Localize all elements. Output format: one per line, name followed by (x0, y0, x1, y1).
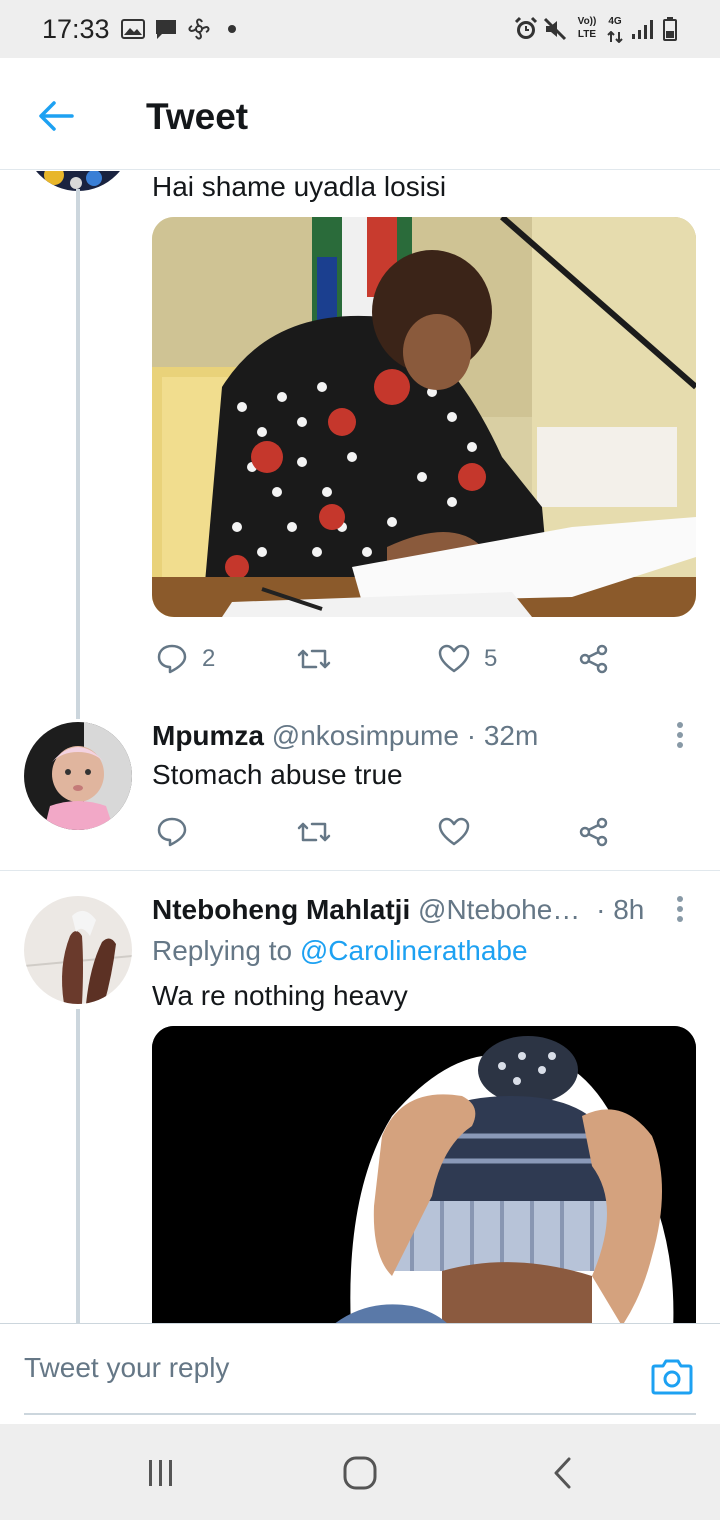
back-arrow-icon[interactable] (24, 88, 88, 144)
more-vertical-icon (677, 722, 683, 748)
avatar[interactable] (24, 722, 132, 830)
share-icon (579, 644, 608, 674)
like-button[interactable] (438, 812, 470, 852)
tweet-media-photo[interactable] (152, 217, 696, 617)
volte-bottom: LTE (577, 29, 597, 40)
user-handle[interactable]: @Ntebohe… (418, 894, 580, 925)
tweet-text: Stomach abuse true (152, 759, 403, 790)
tweet-author-line: Mpumza @nkosimpume · 32m (152, 720, 538, 752)
replying-to-line: Replying to @Carolinerathabe (152, 935, 528, 967)
share-icon (579, 817, 608, 847)
status-bar: 17:33 Vo)) LTE 4G (0, 0, 720, 58)
app-header: Tweet (0, 58, 720, 170)
system-nav-bar (0, 1424, 720, 1520)
back-icon[interactable] (533, 1448, 593, 1498)
thread-line (76, 1009, 80, 1323)
reply-composer: Tweet your reply (0, 1323, 720, 1424)
retweet-icon (297, 822, 331, 842)
tweet-text: Hai shame uyadla losisi (152, 171, 447, 202)
status-time: 17:33 (42, 14, 110, 44)
user-handle[interactable]: @nkosimpume (272, 720, 459, 751)
more-vertical-icon (677, 896, 683, 922)
tweet-divider (0, 870, 720, 871)
tweet-media-photo[interactable] (152, 1026, 696, 1323)
tweet-actions (152, 812, 632, 852)
image-icon (120, 15, 146, 43)
display-name[interactable]: Mpumza (152, 720, 264, 751)
tweet-actions: 2 5 (152, 639, 632, 679)
data-arrows-icon (604, 30, 626, 44)
reply-button[interactable]: 2 (156, 639, 215, 679)
replying-to-label: Replying to (152, 935, 300, 966)
signal-icon (630, 15, 654, 43)
dot-icon (224, 15, 240, 43)
reply-icon (157, 817, 187, 847)
camera-icon[interactable] (650, 1354, 694, 1398)
page-title: Tweet (146, 96, 249, 137)
recent-apps-icon[interactable] (130, 1448, 190, 1498)
avatar[interactable] (24, 896, 132, 1004)
network-type: 4G (608, 16, 622, 27)
reply-input[interactable]: Tweet your reply (24, 1352, 229, 1384)
tweet-thread[interactable]: Hai shame uyadla losisi 2 5 Mpumza @nkos… (0, 171, 720, 1323)
battery-icon (661, 15, 679, 43)
retweet-button[interactable] (296, 812, 332, 852)
more-options-button[interactable] (660, 715, 700, 755)
tweet-time: · 32m (466, 720, 539, 751)
tweet-time: · 8h (596, 894, 645, 925)
retweet-button[interactable] (296, 639, 332, 679)
composer-underline (24, 1413, 696, 1415)
reply-button[interactable] (156, 812, 188, 852)
home-icon[interactable] (330, 1448, 390, 1498)
pinwheel-icon (185, 15, 213, 43)
tweet-text: Wa re nothing heavy (152, 980, 408, 1011)
alarm-icon (512, 15, 540, 43)
display-name[interactable]: Nteboheng Mahlatji (152, 894, 410, 925)
mute-icon (542, 15, 568, 43)
volte-top: Vo)) (577, 16, 597, 27)
message-icon (153, 15, 179, 43)
more-options-button[interactable] (660, 889, 700, 929)
thread-line (76, 189, 80, 719)
replying-to-handle[interactable]: @Carolinerathabe (300, 935, 528, 966)
share-button[interactable] (578, 639, 610, 679)
share-button[interactable] (578, 812, 610, 852)
reply-count: 2 (202, 645, 216, 672)
like-count: 5 (484, 645, 498, 672)
retweet-icon (297, 649, 331, 669)
heart-icon (438, 644, 470, 673)
heart-icon (438, 817, 470, 846)
tweet-author-line: Nteboheng Mahlatji @Ntebohe… · 8h (152, 894, 644, 926)
avatar[interactable] (24, 171, 132, 191)
like-button[interactable]: 5 (438, 639, 497, 679)
reply-icon (157, 644, 187, 674)
